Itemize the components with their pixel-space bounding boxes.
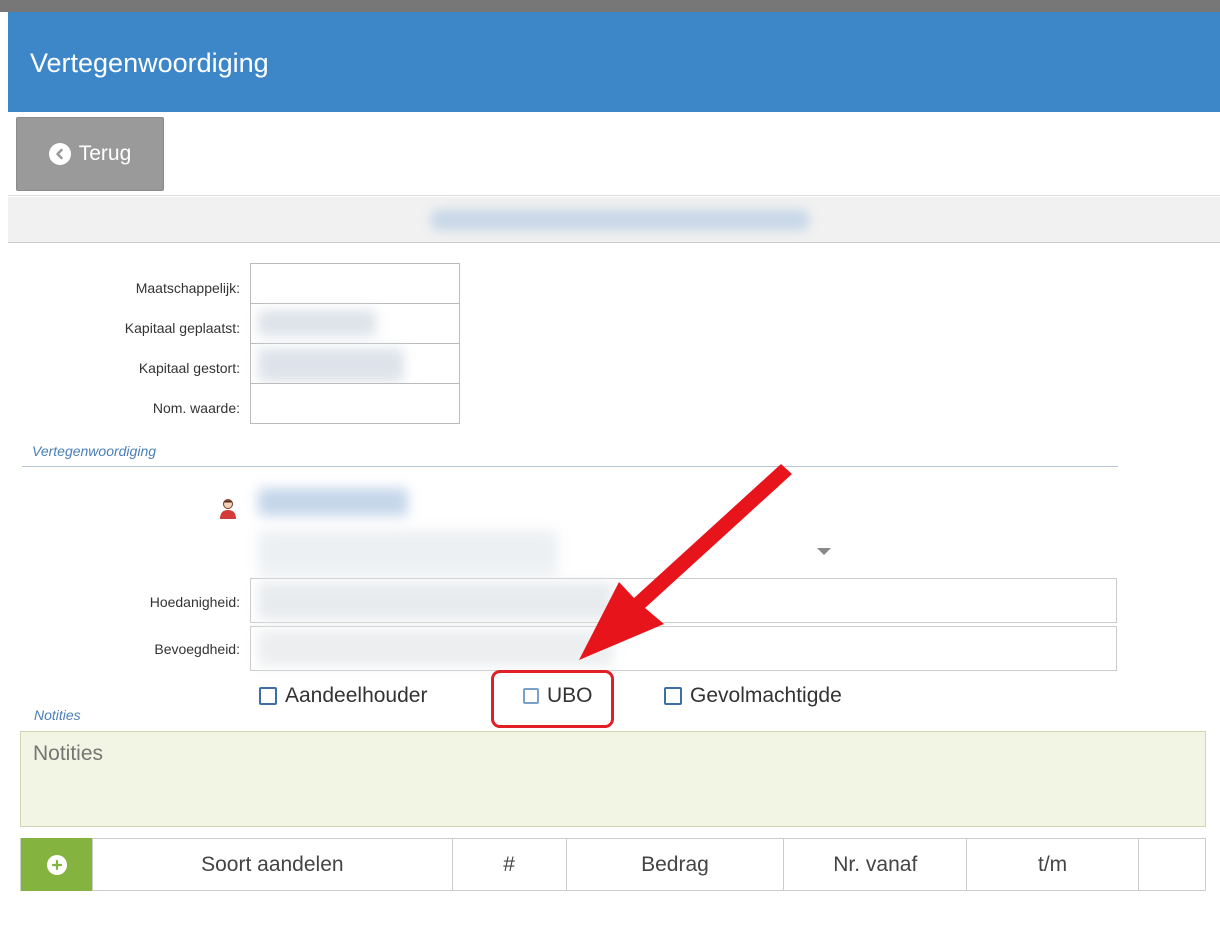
checkbox-label: Aandeelhouder — [285, 684, 428, 707]
input-nom-waarde[interactable] — [250, 383, 460, 424]
shares-table-header: Soort aandelen # Bedrag Nr. vanaf t/m — [20, 838, 1206, 891]
column-actions — [1139, 839, 1205, 890]
add-cell — [21, 838, 93, 891]
checkbox-gevolmachtigde[interactable]: Gevolmachtigde — [664, 684, 842, 708]
section-divider — [22, 466, 1118, 467]
chevron-down-icon[interactable] — [817, 548, 831, 555]
redacted-value — [258, 348, 404, 382]
section-title-notities: Notities — [34, 707, 81, 723]
checkbox-aandeelhouder[interactable]: Aandeelhouder — [259, 684, 427, 708]
redacted-person-select[interactable] — [258, 530, 558, 576]
window-top-border — [0, 0, 1220, 12]
column-nr-vanaf[interactable]: Nr. vanaf — [784, 839, 968, 890]
plus-icon — [46, 854, 67, 875]
entity-name-bar — [8, 197, 1220, 243]
label-nom-waarde: Nom. waarde: — [152, 400, 240, 416]
back-button[interactable]: Terug — [16, 117, 164, 191]
notes-textarea[interactable] — [20, 731, 1206, 827]
page-header: Vertegenwoordiging — [8, 12, 1220, 112]
label-kapitaal-gestort: Kapitaal gestort: — [138, 360, 240, 376]
redacted-value — [258, 630, 613, 666]
label-hoedanigheid: Hoedanigheid: — [149, 594, 240, 610]
input-maatschappelijk[interactable] — [250, 263, 460, 304]
redacted-value — [258, 310, 376, 336]
person-icon — [218, 498, 238, 520]
checkbox-label: Gevolmachtigde — [690, 684, 842, 707]
chevron-left-icon — [48, 143, 71, 165]
ubo-highlight-annotation — [491, 670, 614, 728]
checkbox-box[interactable] — [259, 687, 277, 705]
label-kapitaal-geplaatst: Kapitaal geplaatst: — [124, 320, 240, 336]
redacted-person-name — [258, 488, 408, 516]
page-title: Vertegenwoordiging — [30, 48, 269, 78]
column-soort-aandelen[interactable]: Soort aandelen — [93, 839, 453, 890]
column-bedrag[interactable]: Bedrag — [567, 839, 785, 890]
section-title-vertegenwoordiging: Vertegenwoordiging — [32, 443, 157, 459]
add-share-button[interactable] — [21, 838, 92, 891]
redacted-entity-name — [430, 209, 810, 231]
toolbar: Terug — [8, 112, 1220, 196]
column-tm[interactable]: t/m — [967, 839, 1140, 890]
column-count[interactable]: # — [453, 839, 567, 890]
label-bevoegdheid: Bevoegdheid: — [154, 641, 240, 657]
label-maatschappelijk: Maatschappelijk: — [135, 280, 240, 296]
back-button-label: Terug — [78, 142, 132, 165]
checkbox-box[interactable] — [664, 687, 682, 705]
redacted-value — [258, 582, 613, 620]
